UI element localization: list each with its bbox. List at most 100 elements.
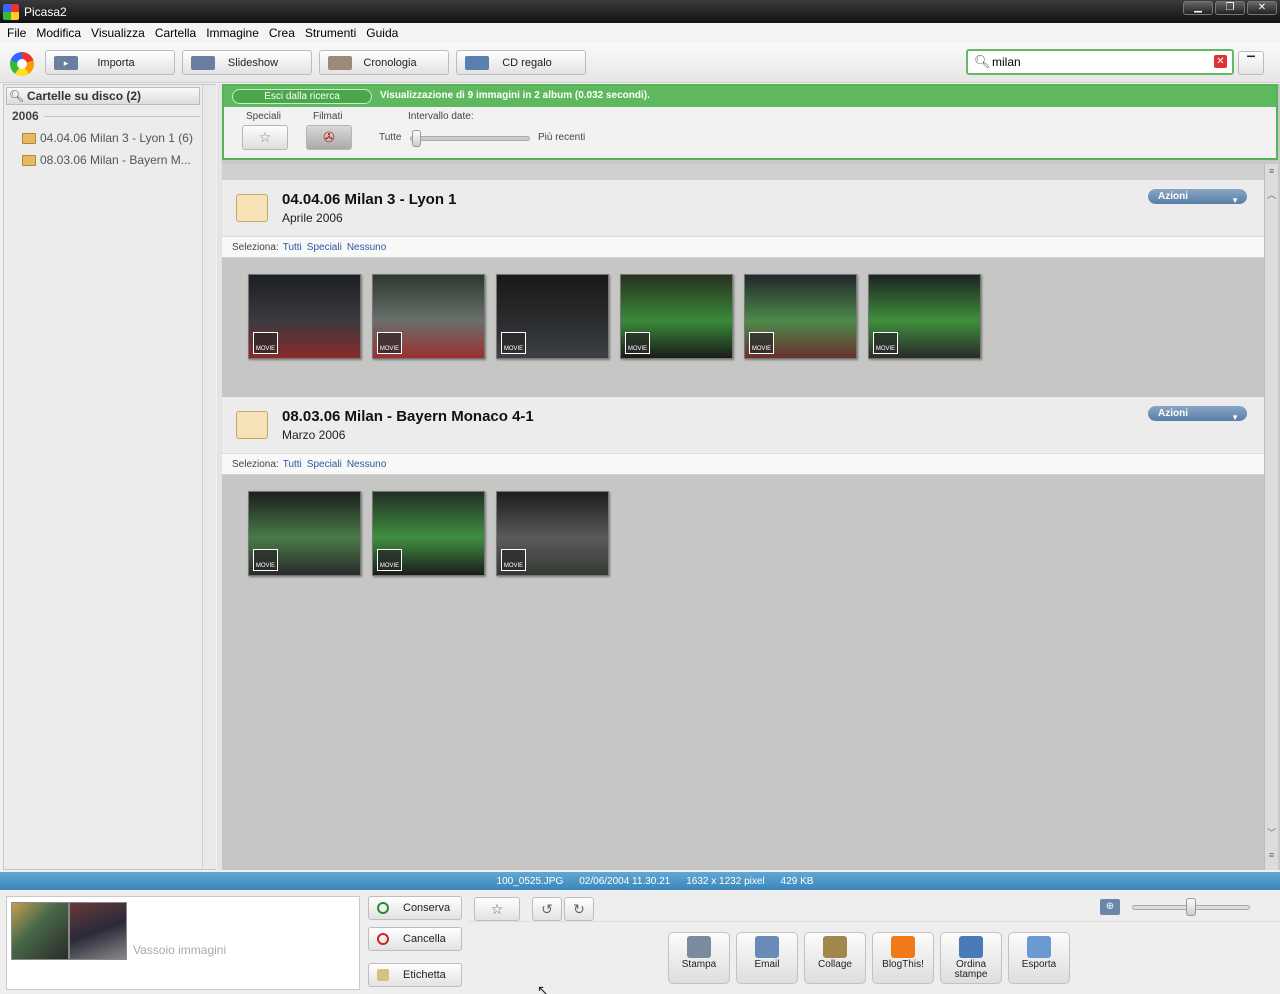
clear-label: Cancella	[403, 933, 446, 945]
actions-label: Azioni	[1158, 191, 1188, 202]
star-icon: ☆	[258, 129, 272, 145]
import-button[interactable]: ▸ Importa	[45, 50, 175, 75]
scroll-down-icon[interactable]: ﹀	[1266, 826, 1277, 840]
date-range-label: Intervallo date:	[408, 111, 474, 122]
movies-filter-button[interactable]: ✇	[306, 125, 352, 150]
minimize-button[interactable]: ▁	[1183, 1, 1213, 15]
photo-thumbnail[interactable]: MOVIE	[744, 274, 857, 359]
menu-tools[interactable]: Strumenti	[301, 26, 362, 40]
date-max-label: Più recenti	[538, 132, 586, 143]
tray-label: Vassoio immagini	[133, 943, 227, 957]
photo-thumbnail[interactable]: MOVIE	[868, 274, 981, 359]
menu-image[interactable]: Immagine	[202, 26, 265, 40]
date-range-slider-thumb[interactable]	[412, 130, 421, 147]
select-all-link[interactable]: Tutti	[283, 242, 302, 253]
ordina-stampe-button[interactable]: Ordina stampe	[940, 932, 1002, 984]
menu-folder[interactable]: Cartella	[151, 26, 202, 40]
photo-thumbnail[interactable]: MOVIE	[248, 491, 361, 576]
album-header[interactable]: 08.03.06 Milan - Bayern Monaco 4-1 Marzo…	[222, 397, 1264, 453]
rotate-left-button[interactable]: ↺	[532, 897, 562, 921]
scroll-up-icon[interactable]: ︿	[1266, 188, 1277, 202]
clear-button[interactable]: Cancella	[368, 927, 462, 951]
sidebar-scrollbar[interactable]	[202, 85, 216, 869]
movie-badge-icon: MOVIE	[625, 332, 650, 354]
printer-icon	[687, 936, 711, 958]
collage-button[interactable]: Collage	[804, 932, 866, 984]
slideshow-label: Slideshow	[227, 56, 279, 69]
photo-thumbnail[interactable]: MOVIE	[620, 274, 733, 359]
blogthis-button[interactable]: BlogThis!	[872, 932, 934, 984]
actions-label: Azioni	[1158, 408, 1188, 419]
email-button[interactable]: Email	[736, 932, 798, 984]
action-label: Email	[754, 959, 780, 970]
photo-thumbnail[interactable]: MOVIE	[496, 274, 609, 359]
maximize-button[interactable]: ❐	[1215, 1, 1245, 15]
sidebar-folder-item[interactable]: 08.03.06 Milan - Bayern M...	[8, 150, 200, 170]
export-icon	[1027, 936, 1051, 958]
photo-thumbnail[interactable]: MOVIE	[248, 274, 361, 359]
keep-button[interactable]: Conserva	[368, 896, 462, 920]
menu-edit[interactable]: Modifica	[32, 26, 87, 40]
chevron-down-icon: ▼	[1231, 196, 1239, 205]
star-button[interactable]: ☆	[474, 897, 520, 921]
zoom-slider-thumb[interactable]	[1186, 898, 1196, 916]
timeline-button[interactable]: Cronologia	[319, 50, 449, 75]
zoom-icon: ⊕	[1100, 899, 1120, 915]
menu-file[interactable]: File	[3, 26, 32, 40]
clear-search-icon[interactable]: ✕	[1214, 55, 1227, 68]
photo-thumbnail[interactable]: MOVIE	[496, 491, 609, 576]
year-divider	[44, 116, 200, 117]
close-button[interactable]: ✕	[1247, 1, 1277, 15]
album-header[interactable]: 04.04.06 Milan 3 - Lyon 1 Aprile 2006 Az…	[222, 180, 1264, 236]
menu-create[interactable]: Crea	[265, 26, 301, 40]
starred-filter-button[interactable]: ☆	[242, 125, 288, 150]
album-actions-button[interactable]: Azioni ▼	[1148, 406, 1247, 422]
select-all-link[interactable]: Tutti	[283, 459, 302, 470]
movies-filter-label: Filmati	[313, 111, 343, 122]
movie-badge-icon: MOVIE	[749, 332, 774, 354]
tag-label: Etichetta	[403, 969, 446, 981]
info-dimensions: 1632 x 1232 pixel	[686, 875, 765, 887]
bottom-panel: Vassoio immagini Conserva Cancella Etich…	[0, 890, 1280, 994]
esporta-button[interactable]: Esporta	[1008, 932, 1070, 984]
scroll-bottom-icon[interactable]: ≡	[1266, 850, 1277, 864]
sidebar-header[interactable]: 🔍︎ Cartelle su disco (2)	[6, 87, 200, 105]
date-min-label: Tutte	[379, 132, 402, 143]
select-starred-link[interactable]: Speciali	[307, 242, 342, 253]
image-tray[interactable]: Vassoio immagini	[6, 896, 360, 990]
cd-icon	[465, 55, 489, 70]
info-size: 429 KB	[780, 875, 814, 887]
globe-icon	[959, 936, 983, 958]
movie-badge-icon: MOVIE	[873, 332, 898, 354]
select-none-link[interactable]: Nessuno	[347, 242, 386, 253]
sidebar-folder-item[interactable]: 04.04.06 Milan 3 - Lyon 1 (6)	[8, 128, 200, 148]
photo-thumbnail[interactable]: MOVIE	[372, 274, 485, 359]
album-date: Marzo 2006	[282, 428, 346, 442]
photo-thumbnail[interactable]: MOVIE	[372, 491, 485, 576]
scroll-top-icon[interactable]: ≡	[1266, 166, 1277, 180]
slideshow-button[interactable]: Slideshow	[182, 50, 312, 75]
menu-bar: File Modifica Visualizza Cartella Immagi…	[0, 23, 1280, 43]
date-range-slider[interactable]	[410, 136, 530, 141]
action-label: Ordina stampe	[954, 959, 988, 980]
info-datetime: 02/06/2004 11.30.21	[579, 875, 671, 887]
action-label: Stampa	[681, 959, 717, 970]
select-none-link[interactable]: Nessuno	[347, 459, 386, 470]
menu-view[interactable]: Visualizza	[87, 26, 151, 40]
tray-thumbnail[interactable]	[11, 902, 69, 960]
tag-button[interactable]: Etichetta	[368, 963, 462, 987]
tray-thumbnail[interactable]	[69, 902, 127, 960]
album-list-scrollbar[interactable]: ≡ ︿ ﹀ ≡	[1264, 164, 1278, 870]
picasa-logo-icon[interactable]	[10, 52, 34, 76]
stampa-button[interactable]: Stampa	[668, 932, 730, 984]
collapse-toolbar-button[interactable]: ▔	[1238, 51, 1264, 75]
exit-search-button[interactable]: Esci dalla ricerca	[232, 89, 372, 104]
select-starred-link[interactable]: Speciali	[307, 459, 342, 470]
album-actions-button[interactable]: Azioni ▼	[1148, 189, 1247, 205]
gift-cd-button[interactable]: CD regalo	[456, 50, 586, 75]
search-input[interactable]	[992, 54, 1192, 70]
menu-help[interactable]: Guida	[362, 26, 404, 40]
folder-icon	[22, 132, 36, 144]
rotate-right-button[interactable]: ↻	[564, 897, 594, 921]
album-title: 08.03.06 Milan - Bayern Monaco 4-1	[282, 408, 534, 425]
